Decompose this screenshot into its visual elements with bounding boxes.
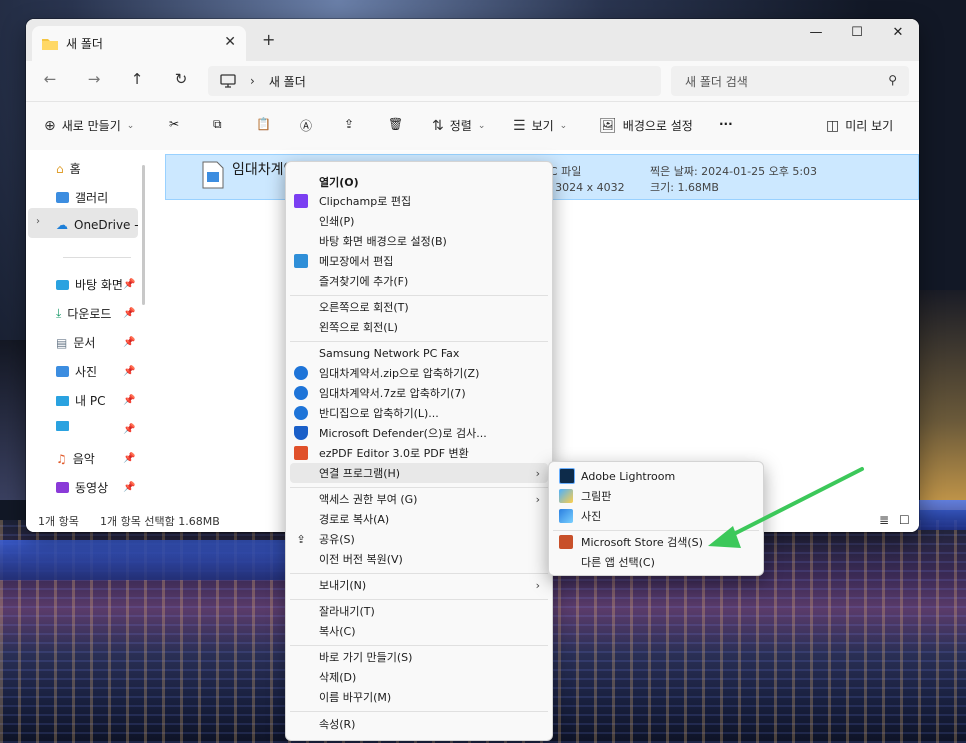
annotation-arrow-icon: [708, 467, 864, 548]
